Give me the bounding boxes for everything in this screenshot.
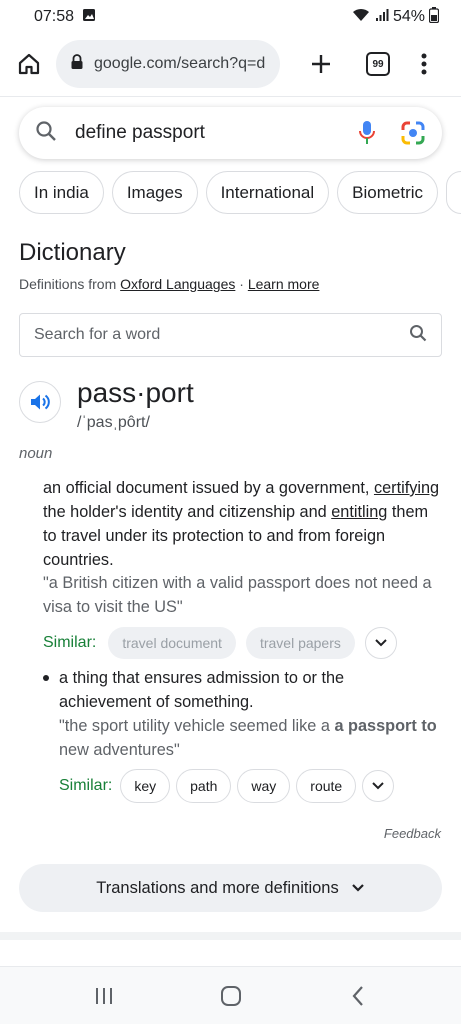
def1-text: an official document issued by a governm… (43, 479, 374, 497)
chip-biometric[interactable]: Biometric (337, 171, 439, 214)
battery-percent: 54% (392, 8, 425, 25)
dictionary-title: Dictionary (19, 239, 126, 266)
search-filter-chips: In india Images International Biometric (19, 171, 461, 215)
chevron-down-icon[interactable] (364, 627, 397, 659)
tab-switcher-button[interactable]: 99 (366, 52, 390, 76)
home-nav-icon[interactable] (211, 976, 251, 1016)
new-tab-icon[interactable] (306, 49, 336, 79)
section-divider (0, 932, 461, 940)
status-bar: 07:58 54% (0, 0, 461, 34)
url-text: google.com/search?q=def (94, 55, 266, 72)
def1-text-mid: the holder's identity and citizenship an… (43, 503, 332, 521)
feedback-link[interactable]: Feedback (384, 826, 441, 841)
entitling-link[interactable]: entitling (331, 503, 387, 521)
source-prefix: Definitions from (19, 276, 121, 292)
part-of-speech: noun (19, 445, 53, 462)
chip-images[interactable]: Images (111, 171, 198, 214)
dictionary-source: Definitions from Oxford Languages · Lear… (19, 276, 319, 292)
chip-in-india[interactable]: In india (19, 171, 104, 214)
similar-chip-route[interactable]: route (296, 769, 357, 803)
browser-toolbar: google.com/search?q=def 99 (0, 36, 461, 92)
google-lens-icon[interactable] (398, 118, 428, 148)
bullet (43, 675, 49, 681)
word-search-placeholder: Search for a word (34, 326, 161, 343)
example2-text: "the sport utility vehicle seemed like a (59, 717, 335, 735)
gallery-icon (82, 8, 96, 27)
toolbar-divider (0, 96, 461, 97)
wifi-icon (351, 7, 371, 28)
chevron-down-icon (351, 879, 365, 898)
system-nav-bar (0, 966, 461, 1024)
recents-icon[interactable] (84, 976, 124, 1016)
definition-1: an official document issued by a governm… (43, 476, 443, 572)
learn-more-link[interactable]: Learn more (248, 276, 320, 292)
search-icon[interactable] (409, 324, 427, 347)
search-icon (35, 120, 57, 147)
more-vert-icon[interactable] (414, 50, 434, 78)
translations-more-button[interactable]: Translations and more definitions (19, 864, 442, 912)
pronunciation-speaker-icon[interactable] (19, 381, 61, 423)
chip-international[interactable]: International (205, 171, 330, 214)
search-input[interactable]: define passport (75, 122, 352, 144)
word-search-field[interactable]: Search for a word (19, 313, 442, 357)
definition-2: a thing that ensures admission to or the… (59, 669, 345, 711)
similar-label: Similar: (59, 777, 113, 794)
signal-icon (375, 8, 389, 27)
google-search-box[interactable]: define passport (19, 107, 442, 159)
mic-icon[interactable] (352, 118, 382, 148)
similar-label: Similar: (43, 634, 97, 651)
home-icon[interactable] (16, 51, 42, 77)
example2-text-end: new adventures" (59, 741, 180, 759)
source-separator: · (235, 276, 248, 292)
similar-row-1: Similar: travel document travel papers (43, 626, 397, 660)
chevron-down-icon[interactable] (362, 770, 395, 802)
similar-chip[interactable]: travel document (108, 627, 236, 659)
battery-icon (428, 6, 440, 28)
similar-chip-way[interactable]: way (237, 769, 291, 803)
headword: pass·port (77, 377, 194, 408)
similar-chip-key[interactable]: key (120, 769, 171, 803)
similar-chip-path[interactable]: path (176, 769, 232, 803)
example-1: "a British citizen with a valid passport… (43, 574, 432, 616)
tab-count: 99 (372, 58, 384, 70)
oxford-languages-link[interactable]: Oxford Languages (120, 276, 235, 292)
certifying-link[interactable]: certifying (374, 479, 439, 497)
similar-chip[interactable]: travel papers (245, 627, 355, 659)
chip-more[interactable] (446, 171, 461, 214)
back-icon[interactable] (338, 976, 378, 1016)
example2-bold: a passport to (334, 717, 437, 735)
phonetic: /ˈpasˌpôrt/ (77, 414, 150, 431)
address-bar[interactable]: google.com/search?q=def (56, 40, 280, 88)
similar-row-2: Similar: key path way route (59, 769, 395, 803)
more-button-label: Translations and more definitions (96, 878, 339, 897)
example-2: "the sport utility vehicle seemed like a… (59, 714, 439, 762)
status-time: 07:58 (34, 8, 75, 25)
lock-icon[interactable] (70, 53, 84, 75)
